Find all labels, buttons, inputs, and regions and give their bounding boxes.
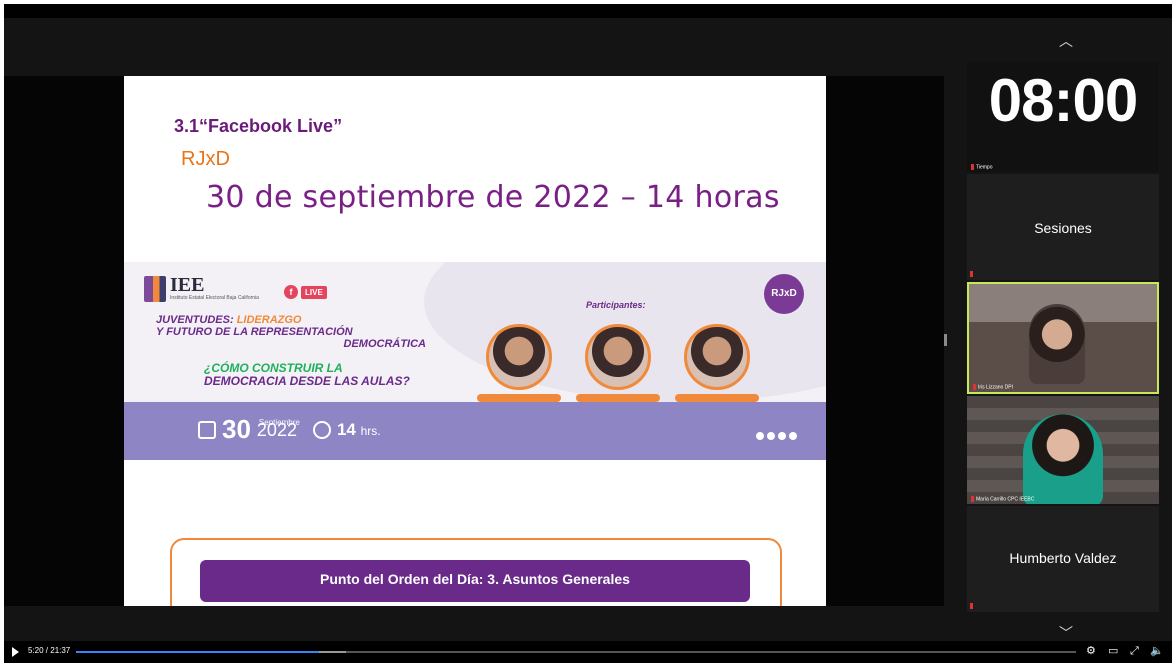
rjxd-logo: RJxD [764,274,804,314]
fullscreen-icon[interactable]: ⤢ [1130,645,1139,657]
iee-mark-icon [144,276,166,302]
slide-date-line: 30 de septiembre de 2022 – 14 horas [206,180,780,215]
seek-bar[interactable] [76,651,1076,653]
video-player[interactable]: ︿ 3.1“Facebook Live” RJxD 30 de septiemb… [4,4,1172,663]
participant-card [571,324,665,414]
slide-org: RJxD [181,148,230,170]
timer-tile: 08:00 Tiempo [967,62,1159,172]
facebook-live-badge: f LIVE [284,284,327,300]
social-icons [756,432,797,440]
participant-card [670,324,764,414]
participant-photo [486,324,552,390]
participant-name-tag [675,394,759,402]
event-date-time: 30 Septiembre 2022 14 hrs. [198,414,381,445]
player-controls: 5:20 / 21:37 ⚙ ▭ ⤢ 🔈 [4,641,1172,663]
slide-heading: 3.1“Facebook Live” [174,116,343,136]
seek-buffer [319,651,346,653]
participant-tile-humberto: Humberto Valdez [967,506,1159,612]
resize-handle[interactable] [944,334,947,346]
facebook-icon: f [284,285,298,299]
participant-tile-sesiones: Sesiones [967,174,1159,280]
timecode: 5:20 / 21:37 [28,646,71,655]
calendar-icon [198,420,216,439]
presentation-slide: 3.1“Facebook Live” RJxD 30 de septiembre… [124,76,826,606]
muted-mic-icon [970,271,973,277]
event-topic: JUVENTUDES: LIDERAZGO Y FUTURO DE LA REP… [156,314,426,350]
settings-icon[interactable]: ⚙ [1086,645,1096,657]
iee-logo: IEE Instituto Estatal Electoral Baja Cal… [144,274,259,306]
play-icon[interactable] [12,647,19,657]
countdown-timer: 08:00 [988,67,1138,134]
seek-progress [76,651,319,653]
participants-title: Participantes: [586,300,646,310]
muted-mic-icon [970,603,973,609]
participant-name-tag [576,394,660,402]
chevron-down-icon[interactable]: ﹀ [1056,626,1076,640]
player-top-bar [4,4,1172,18]
chevron-up-icon[interactable]: ︿ [1056,34,1076,48]
miniplayer-icon[interactable]: ▭ [1108,645,1118,657]
event-question: ¿CÓMO CONSTRUIR LA DEMOCRACIA DESDE LAS … [204,361,410,388]
participant-photo [585,324,651,390]
participant-video-feed [1023,414,1103,504]
agenda-title: Punto del Orden del Día: 3. Asuntos Gene… [200,560,750,602]
event-banner: IEE Instituto Estatal Electoral Baja Cal… [124,262,826,460]
clock-icon [312,420,331,439]
participant-card [472,324,566,414]
participant-video-feed [1029,304,1085,384]
participant-video-tile: María Carrillo CPC IEEBC [967,396,1159,504]
participant-photo [684,324,750,390]
participant-video-tile: Iris Lizzano DPI [967,282,1159,394]
main-stage: 3.1“Facebook Live” RJxD 30 de septiembre… [4,76,944,606]
participant-name-tag [477,394,561,402]
volume-icon[interactable]: 🔈 [1150,645,1164,657]
